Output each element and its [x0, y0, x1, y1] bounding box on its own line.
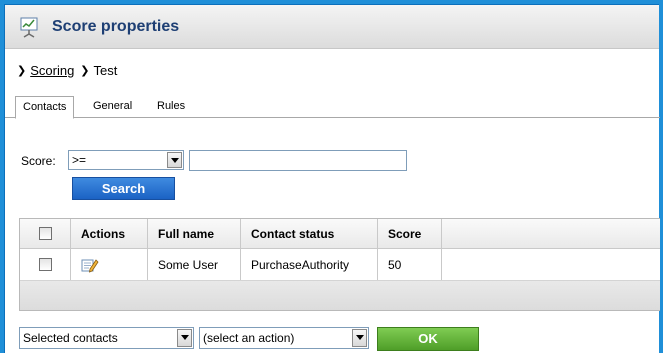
breadcrumb-link-scoring[interactable]: Scoring: [30, 63, 74, 78]
dropdown-arrow-icon: [177, 329, 192, 347]
score-cell: 50: [378, 249, 442, 280]
dropdown-arrow-icon: [167, 152, 182, 168]
tab-contacts[interactable]: Contacts: [15, 96, 75, 119]
score-properties-window: Score properties ❯ Scoring ❯ Test Contac…: [4, 4, 660, 353]
header-score[interactable]: Score: [378, 219, 442, 248]
score-value-input[interactable]: [189, 150, 407, 171]
mass-action-scope-select[interactable]: Selected contacts: [19, 327, 194, 349]
full-name-cell: Some User: [148, 249, 241, 280]
score-filter-label: Score:: [21, 154, 56, 168]
select-all-checkbox[interactable]: [38, 227, 52, 240]
breadcrumb: ❯ Scoring ❯ Test: [17, 63, 117, 78]
ok-button[interactable]: OK: [377, 327, 479, 351]
tab-general[interactable]: General: [86, 96, 139, 118]
chevron-right-icon: ❯: [80, 65, 90, 77]
search-button[interactable]: Search: [72, 177, 175, 200]
chevron-right-icon: ❯: [17, 65, 27, 77]
dropdown-arrow-icon: [352, 329, 367, 347]
row-actions-cell: [71, 249, 148, 280]
mass-action-value: (select an action): [203, 331, 295, 345]
mass-action-select[interactable]: (select an action): [199, 327, 369, 349]
title-bar: Score properties: [5, 5, 659, 49]
tab-strip: Contacts General Rules: [5, 93, 660, 119]
header-full-name[interactable]: Full name: [148, 219, 241, 248]
grid-header: Actions Full name Contact status Score: [20, 219, 660, 249]
score-operator-select[interactable]: >=: [68, 150, 184, 170]
row-checkbox[interactable]: [38, 258, 52, 271]
contact-status-cell: PurchaseAuthority: [241, 249, 378, 280]
header-select-cell: [20, 219, 71, 248]
breadcrumb-current: Test: [93, 63, 118, 78]
table-row: Some User PurchaseAuthority 50: [20, 249, 660, 281]
header-contact-status[interactable]: Contact status: [241, 219, 378, 248]
tab-rules[interactable]: Rules: [150, 96, 192, 118]
page-title: Score properties: [52, 17, 180, 35]
edit-icon[interactable]: [81, 257, 99, 273]
header-actions: Actions: [71, 219, 148, 248]
chart-presentation-icon: [18, 16, 40, 38]
contacts-grid: Actions Full name Contact status Score S…: [19, 218, 660, 311]
score-operator-value: >=: [72, 153, 87, 167]
grid-footer: [20, 281, 660, 310]
header-filler: [442, 219, 660, 248]
mass-action-scope-value: Selected contacts: [23, 331, 118, 345]
row-select-cell: [20, 249, 71, 280]
row-filler: [442, 249, 660, 280]
